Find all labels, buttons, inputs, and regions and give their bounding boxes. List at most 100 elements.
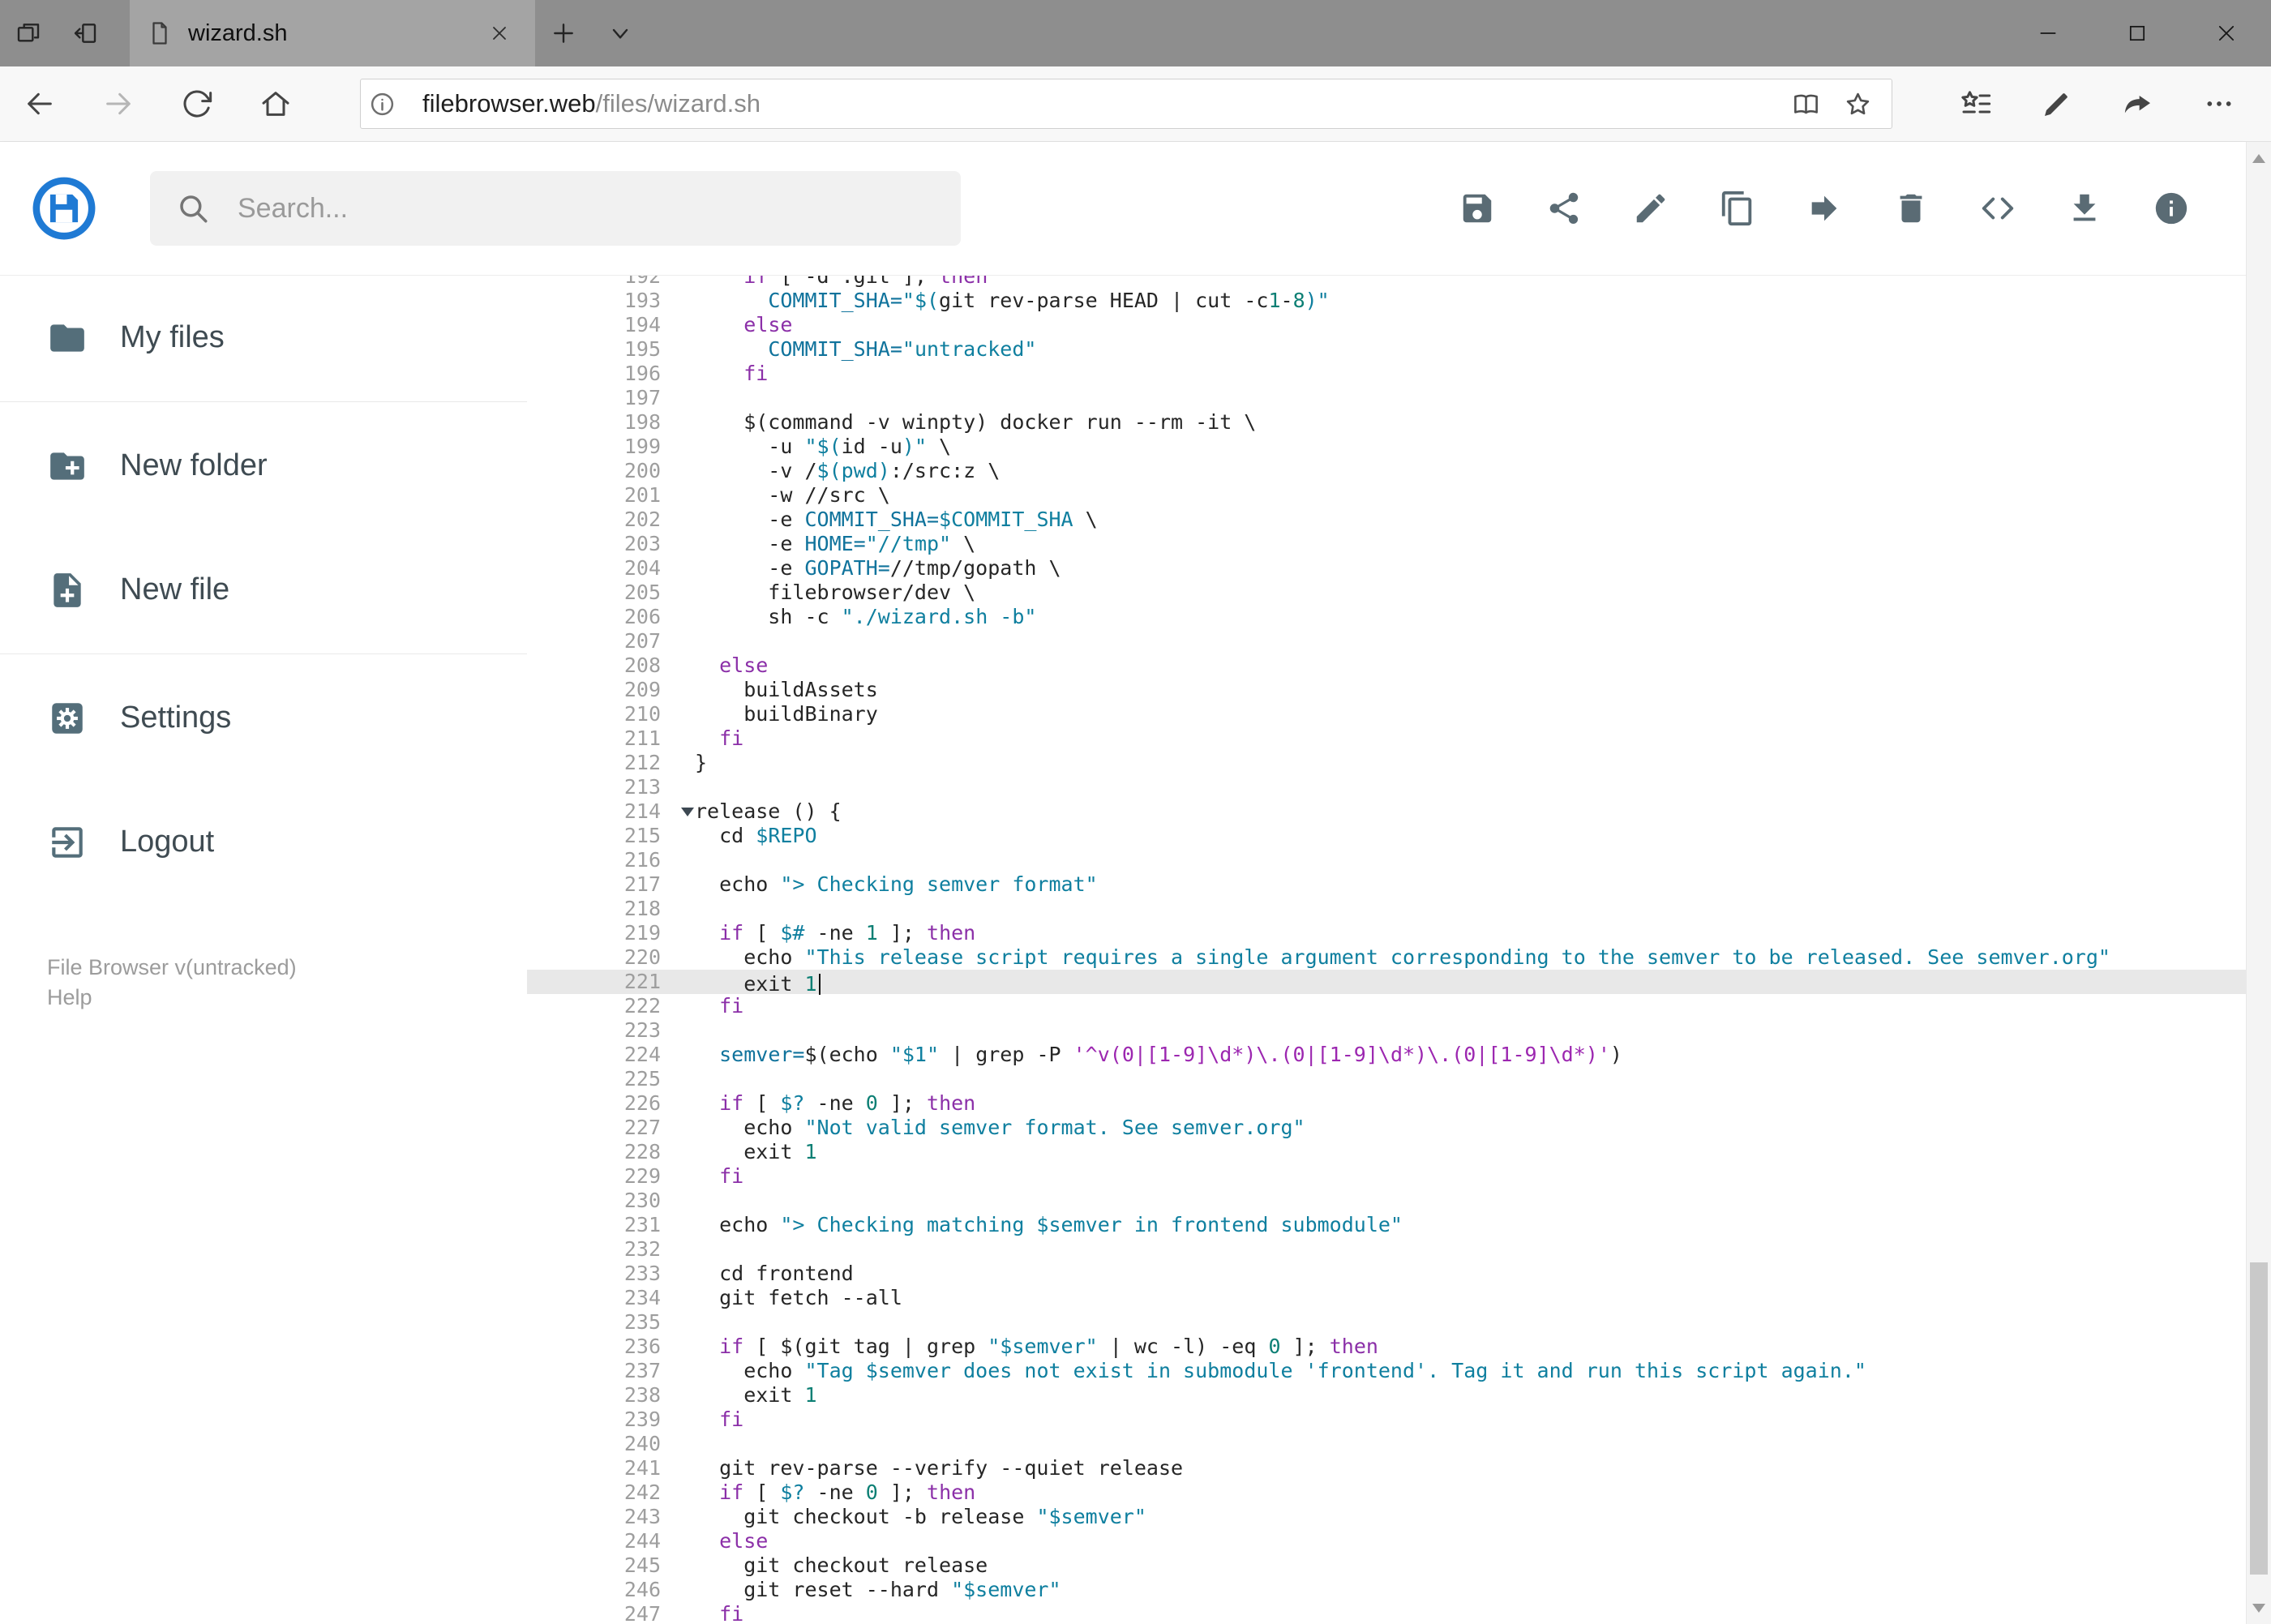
code-line[interactable]: 217 echo "> Checking semver format" — [527, 872, 2246, 897]
favorite-star-button[interactable] — [1832, 79, 1883, 128]
code-line[interactable]: 225 — [527, 1067, 2246, 1091]
code-line[interactable]: 197 — [527, 386, 2246, 410]
code-line[interactable]: 236 if [ $(git tag | grep "$semver" | wc… — [527, 1335, 2246, 1359]
code-line[interactable]: 245 git checkout release — [527, 1553, 2246, 1578]
reading-view-button[interactable] — [1780, 79, 1832, 128]
code-line[interactable]: 226 if [ $? -ne 0 ]; then — [527, 1091, 2246, 1116]
sidebar-item-settings[interactable]: Settings — [0, 656, 527, 780]
code-line[interactable]: 201 -w //src \ — [527, 483, 2246, 508]
scroll-down-button[interactable] — [2247, 1592, 2271, 1624]
code-line[interactable]: 205 filebrowser/dev \ — [527, 581, 2246, 605]
tab-close-button[interactable] — [482, 15, 517, 51]
code-line[interactable]: 211 fi — [527, 726, 2246, 751]
code-line[interactable]: 214 release () { — [527, 799, 2246, 824]
code-line[interactable]: 212} — [527, 751, 2246, 775]
code-line[interactable]: 208 else — [527, 653, 2246, 678]
tab-preview-button[interactable] — [0, 0, 57, 66]
share-button[interactable] — [2097, 66, 2179, 141]
code-line[interactable]: 246 git reset --hard "$semver" — [527, 1578, 2246, 1602]
address-bar[interactable]: filebrowser.web/files/wizard.sh — [360, 79, 1892, 129]
code-line[interactable]: 206 sh -c "./wizard.sh -b" — [527, 605, 2246, 629]
tab-list-button[interactable] — [592, 0, 649, 66]
code-line[interactable]: 234 git fetch --all — [527, 1286, 2246, 1310]
code-line[interactable]: 196 fi — [527, 362, 2246, 386]
code-line[interactable]: 220 echo "This release script requires a… — [527, 945, 2246, 970]
code-line[interactable]: 238 exit 1 — [527, 1383, 2246, 1408]
code-line[interactable]: 209 buildAssets — [527, 678, 2246, 702]
code-line[interactable]: 223 — [527, 1018, 2246, 1043]
code-line[interactable]: 194 else — [527, 313, 2246, 337]
minimize-button[interactable] — [2003, 0, 2093, 66]
code-editor[interactable]: 192 if [ -d .git ]; then 193 COMMIT_SHA="… — [527, 276, 2246, 1624]
code-line[interactable]: 237 echo "Tag $semver does not exist in … — [527, 1359, 2246, 1383]
forward-button[interactable] — [79, 66, 157, 141]
fold-marker-icon[interactable] — [681, 808, 694, 816]
set-tabs-aside-button[interactable] — [57, 0, 114, 66]
close-window-button[interactable] — [2182, 0, 2271, 66]
code-line[interactable]: 240 — [527, 1432, 2246, 1456]
code-line[interactable]: 241 git rev-parse --verify --quiet relea… — [527, 1456, 2246, 1480]
filebrowser-logo-icon[interactable] — [31, 175, 97, 242]
help-link[interactable]: Help — [47, 983, 297, 1013]
code-line[interactable]: 229 fi — [527, 1164, 2246, 1189]
search-box[interactable] — [150, 171, 961, 246]
share-file-button[interactable] — [1545, 190, 1583, 227]
download-button[interactable] — [2066, 190, 2103, 227]
code-line[interactable]: 199 -u "$(id -u)" \ — [527, 435, 2246, 459]
code-line[interactable]: 213 — [527, 775, 2246, 799]
scrollbar-thumb[interactable] — [2250, 1262, 2268, 1575]
sidebar-item-my-files[interactable]: My files — [0, 276, 527, 400]
maximize-button[interactable] — [2093, 0, 2182, 66]
code-line[interactable]: 228 exit 1 — [527, 1140, 2246, 1164]
code-line[interactable]: 247 fi — [527, 1602, 2246, 1624]
more-options-button[interactable] — [2179, 66, 2260, 141]
web-note-button[interactable] — [2016, 66, 2097, 141]
refresh-button[interactable] — [157, 66, 236, 141]
delete-button[interactable] — [1892, 190, 1930, 227]
sidebar-item-logout[interactable]: Logout — [0, 780, 527, 904]
code-line[interactable]: 233 cd frontend — [527, 1262, 2246, 1286]
code-line[interactable]: 195 COMMIT_SHA="untracked" — [527, 337, 2246, 362]
code-view-button[interactable] — [1979, 190, 2016, 227]
rename-button[interactable] — [1632, 190, 1669, 227]
browser-tab[interactable]: wizard.sh — [130, 0, 535, 66]
code-line[interactable]: 202 -e COMMIT_SHA=$COMMIT_SHA \ — [527, 508, 2246, 532]
site-info-icon[interactable] — [369, 91, 418, 118]
code-line[interactable]: 243 git checkout -b release "$semver" — [527, 1505, 2246, 1529]
code-line[interactable]: 216 — [527, 848, 2246, 872]
code-line[interactable]: 210 buildBinary — [527, 702, 2246, 726]
move-button[interactable] — [1806, 190, 1843, 227]
back-button[interactable] — [0, 66, 79, 141]
code-line[interactable]: 219 if [ $# -ne 1 ]; then — [527, 921, 2246, 945]
code-line[interactable]: 222 fi — [527, 994, 2246, 1018]
search-input[interactable] — [238, 192, 902, 225]
sidebar-item-new-file[interactable]: New file — [0, 528, 527, 652]
code-line[interactable]: 221 exit 1 — [527, 970, 2246, 996]
code-line[interactable]: 231 echo "> Checking matching $semver in… — [527, 1213, 2246, 1237]
code-line[interactable]: 230 — [527, 1189, 2246, 1213]
copy-button[interactable] — [1719, 190, 1756, 227]
code-line[interactable]: 244 else — [527, 1529, 2246, 1553]
home-button[interactable] — [236, 66, 315, 141]
code-line[interactable]: 224 semver=$(echo "$1" | grep -P '^v(0|[… — [527, 1043, 2246, 1067]
code-line[interactable]: 192 if [ -d .git ]; then — [527, 276, 2246, 289]
new-tab-button[interactable] — [535, 0, 592, 66]
code-line[interactable]: 218 — [527, 897, 2246, 921]
hub-button[interactable] — [1935, 66, 2016, 141]
code-line[interactable]: 239 fi — [527, 1408, 2246, 1432]
code-line[interactable]: 232 — [527, 1237, 2246, 1262]
sidebar-item-new-folder[interactable]: New folder — [0, 404, 527, 528]
save-button[interactable] — [1459, 190, 1496, 227]
code-line[interactable]: 200 -v /$(pwd):/src:z \ — [527, 459, 2246, 483]
code-line[interactable]: 203 -e HOME="//tmp" \ — [527, 532, 2246, 556]
info-button[interactable] — [2153, 190, 2190, 227]
code-line[interactable]: 207 — [527, 629, 2246, 653]
code-line[interactable]: 198 $(command -v winpty) docker run --rm… — [527, 410, 2246, 435]
code-line[interactable]: 215 cd $REPO — [527, 824, 2246, 848]
code-line[interactable]: 227 echo "Not valid semver format. See s… — [527, 1116, 2246, 1140]
code-line[interactable]: 242 if [ $? -ne 0 ]; then — [527, 1480, 2246, 1505]
page-scrollbar[interactable] — [2246, 142, 2271, 1624]
code-line[interactable]: 235 — [527, 1310, 2246, 1335]
scroll-up-button[interactable] — [2247, 142, 2271, 174]
code-line[interactable]: 204 -e GOPATH=//tmp/gopath \ — [527, 556, 2246, 581]
